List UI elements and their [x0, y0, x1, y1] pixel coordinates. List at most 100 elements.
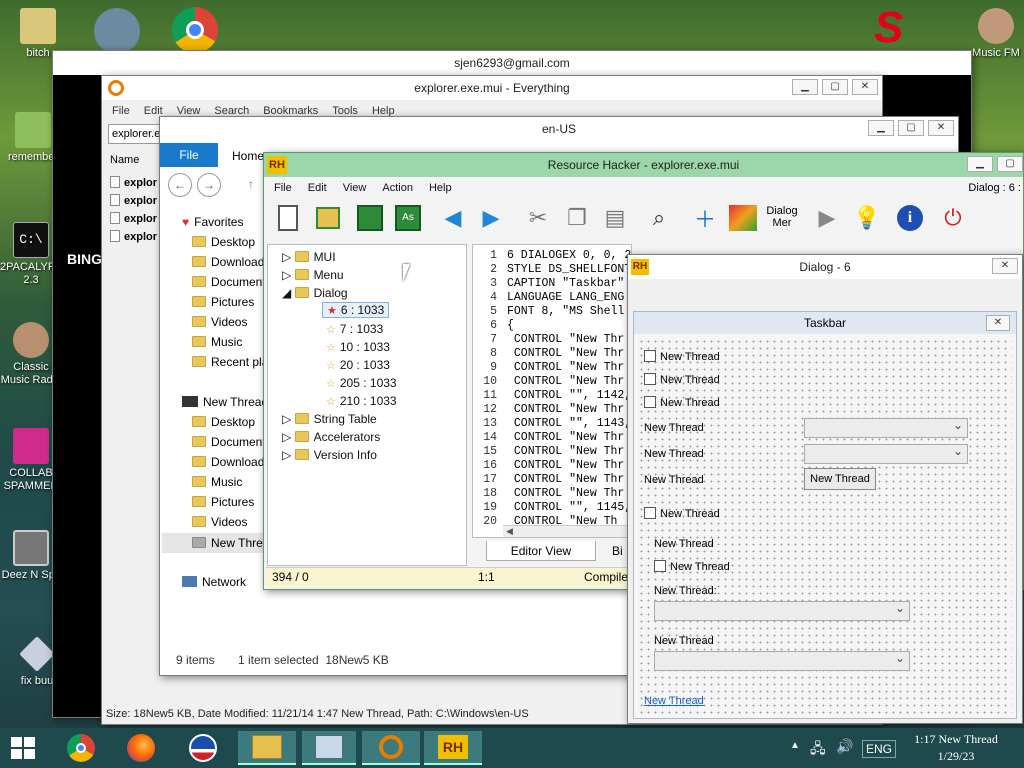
tree-item-string-table[interactable]: ▷ String Table — [282, 412, 377, 426]
menu-edit[interactable]: Edit — [308, 182, 327, 194]
forward-arrow-icon[interactable]: ▶ — [476, 201, 506, 235]
chrome-taskbar-icon[interactable] — [64, 731, 98, 765]
nav-pc-videos[interactable]: Videos — [192, 515, 247, 529]
nav-pictures[interactable]: Pictures — [192, 295, 254, 309]
nav-network[interactable]: Network — [182, 575, 246, 589]
lightbulb-icon[interactable]: 💡 — [852, 201, 882, 235]
nav-recent[interactable]: Recent places — [192, 355, 265, 369]
search-input[interactable]: explorer.e — [108, 124, 162, 144]
list-item[interactable]: explor — [110, 174, 157, 192]
avatar-desktop-icon[interactable] — [94, 8, 140, 54]
menu-file[interactable]: File — [112, 105, 130, 117]
back-arrow-icon[interactable]: ◀ — [438, 201, 468, 235]
tray-chevron-icon[interactable]: ▲ — [790, 740, 800, 751]
checkbox-new-thread-3[interactable]: New Thread — [644, 396, 720, 409]
dialog-merge-button[interactable]: Dialog Mer — [764, 201, 800, 235]
dropdown-1[interactable] — [804, 418, 968, 438]
firefox-taskbar-icon[interactable] — [124, 731, 158, 765]
tree-item-dialog-7[interactable]: ☆ 7 : 1033 — [326, 322, 383, 336]
cut-icon[interactable]: ✂ — [523, 201, 553, 235]
add-resource-icon[interactable]: ＋ — [690, 201, 720, 235]
s-logo-icon[interactable]: S — [874, 6, 918, 50]
nav-pc-pictures[interactable]: Pictures — [192, 495, 254, 509]
resource-monitor-taskbar-icon[interactable] — [302, 731, 356, 765]
list-item[interactable]: explor — [110, 210, 157, 228]
nav-this-pc[interactable]: New Thread — [182, 395, 265, 409]
copy-icon[interactable]: ❐ — [562, 201, 592, 235]
horizontal-scrollbar[interactable]: ◀ — [503, 525, 631, 537]
column-header-name[interactable]: Name — [110, 154, 139, 166]
list-item[interactable]: explor — [110, 228, 157, 246]
forward-button[interactable]: → — [197, 173, 221, 197]
dropdown-3[interactable] — [654, 601, 910, 621]
tree-item-accelerators[interactable]: ▷ Accelerators — [282, 430, 380, 444]
tree-item-dialog[interactable]: ◢ Dialog — [282, 286, 348, 300]
nav-pc-documents[interactable]: Documents — [192, 435, 265, 449]
nav-pc-desktop[interactable]: Desktop — [192, 415, 255, 429]
add-image-icon[interactable] — [728, 201, 758, 235]
close-button[interactable]: ✕ — [986, 315, 1010, 331]
file-explorer-taskbar-icon[interactable] — [238, 731, 296, 765]
reshacker-taskbar-icon[interactable]: RH — [424, 731, 482, 765]
tree-item-menu[interactable]: ▷ Menu — [282, 268, 344, 282]
nav-desktop[interactable]: Desktop — [192, 235, 255, 249]
tree-item-dialog-10[interactable]: ☆ 10 : 1033 — [326, 340, 390, 354]
tab-editor-view[interactable]: Editor View — [486, 541, 596, 561]
checkbox-new-thread-4[interactable]: New Thread — [644, 507, 720, 520]
tab-home[interactable]: Home — [232, 149, 264, 163]
clock-time[interactable]: 1:17 New Thread — [906, 732, 1006, 747]
dialog-preview-window[interactable]: RH Dialog - 6 ✕ Taskbar ✕ New Thread New… — [627, 254, 1023, 724]
power-icon[interactable]: ⏻ — [938, 201, 968, 235]
minimize-button[interactable]: ▁ — [967, 156, 993, 172]
nav-pc-downloads[interactable]: Downloads — [192, 455, 265, 469]
save-icon[interactable] — [355, 201, 385, 235]
open-icon[interactable] — [313, 201, 343, 235]
save-as-icon[interactable]: As — [393, 201, 423, 235]
nav-documents[interactable]: Documents — [192, 275, 265, 289]
nav-favorites[interactable]: ♥ Favorites — [182, 215, 243, 229]
checkbox-new-thread-1[interactable]: New Thread — [644, 350, 720, 363]
close-button[interactable]: ✕ — [928, 120, 954, 136]
close-button[interactable]: ✕ — [992, 258, 1018, 274]
new-file-icon[interactable] — [273, 201, 303, 235]
taskbar-dialog[interactable]: Taskbar ✕ New Thread New Thread New Thre… — [633, 311, 1017, 719]
menu-help[interactable]: Help — [429, 182, 452, 194]
network-tray-icon[interactable]: 🖧 — [810, 738, 826, 762]
new-thread-link[interactable]: New Thread — [644, 695, 704, 707]
volume-tray-icon[interactable]: 🔊 — [836, 738, 853, 755]
dropdown-4[interactable] — [654, 651, 910, 671]
language-indicator[interactable]: ENG — [862, 740, 897, 758]
back-button[interactable]: ← — [168, 173, 192, 197]
new-thread-button[interactable]: New Thread — [804, 468, 876, 490]
menu-view[interactable]: View — [343, 182, 367, 194]
checkbox-new-thread-2[interactable]: New Thread — [644, 373, 720, 386]
menu-file[interactable]: File — [274, 182, 292, 194]
code-editor[interactable]: 16 DIALOGEX 0, 0, 252, 226 2STYLE DS_SHE… — [472, 244, 632, 538]
obama-logo-taskbar-icon[interactable] — [186, 731, 220, 765]
close-button[interactable]: ✕ — [852, 79, 878, 95]
checkbox-new-thread-5[interactable]: New Thread — [654, 560, 730, 573]
clock-date[interactable]: 1/29/23 — [906, 749, 1006, 764]
tree-item-dialog-205[interactable]: ☆ 205 : 1033 — [326, 376, 397, 390]
nav-pc-music[interactable]: Music — [192, 475, 242, 489]
tree-item-dialog-20[interactable]: ☆ 20 : 1033 — [326, 358, 390, 372]
menu-action[interactable]: Action — [382, 182, 413, 194]
maximize-button[interactable]: ▢ — [898, 120, 924, 136]
tree-item-version-info[interactable]: ▷ Version Info — [282, 448, 377, 462]
search-icon[interactable]: ⌕ — [644, 201, 674, 235]
nav-music[interactable]: Music — [192, 335, 242, 349]
tree-item-dialog-6[interactable]: ★ 6 : 1033 — [322, 302, 390, 318]
compile-run-icon[interactable]: ▶ — [812, 201, 842, 235]
minimize-button[interactable]: ▁ — [792, 79, 818, 95]
maximize-button[interactable]: ▢ — [822, 79, 848, 95]
tree-item-dialog-210[interactable]: ☆ 210 : 1033 — [326, 394, 397, 408]
desktop-icon-music-fm[interactable]: Music FM — [968, 8, 1024, 60]
up-button[interactable]: ↑ — [248, 177, 254, 191]
everything-taskbar-icon[interactable] — [362, 731, 420, 765]
list-item[interactable]: explor — [110, 192, 157, 210]
tab-file[interactable]: File — [160, 143, 218, 167]
info-icon[interactable]: i — [895, 201, 925, 235]
start-button[interactable] — [6, 731, 40, 765]
dropdown-2[interactable] — [804, 444, 968, 464]
tree-item-mui[interactable]: ▷ MUI — [282, 250, 336, 264]
